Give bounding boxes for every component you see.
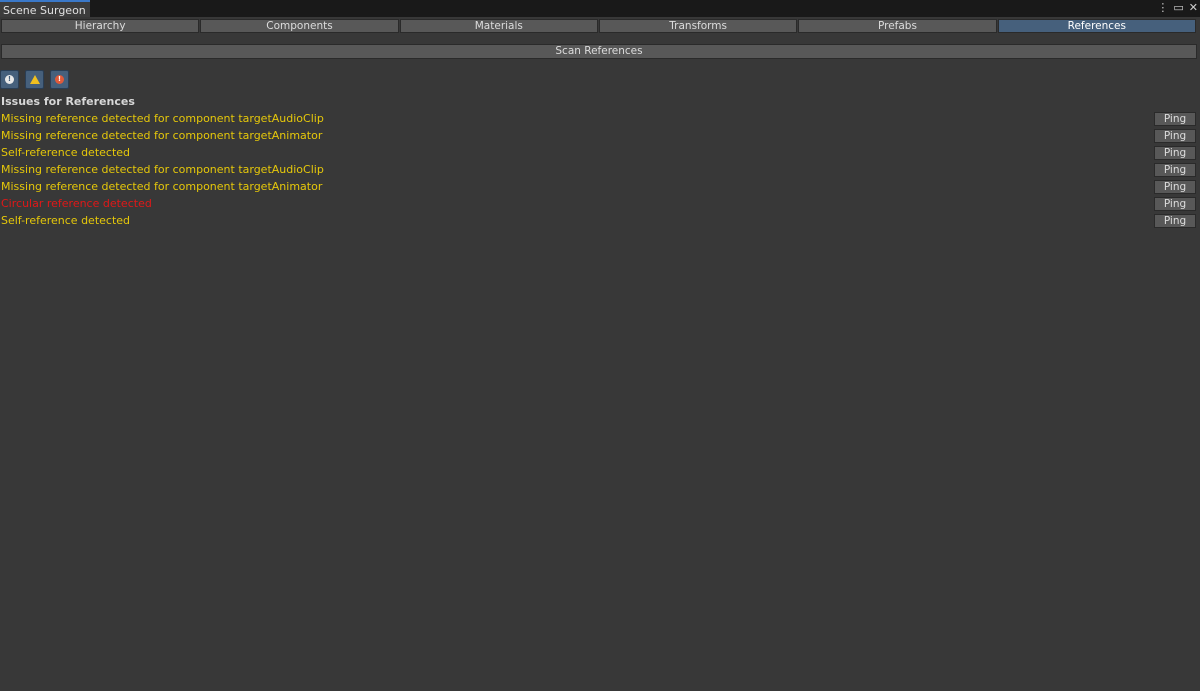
issue-message: Self-reference detected <box>1 214 131 227</box>
tab-materials[interactable]: Materials <box>399 19 598 33</box>
warning-icon <box>29 75 40 84</box>
ping-button[interactable]: Ping <box>1154 163 1196 177</box>
issue-row: Circular reference detected Ping <box>0 196 1200 213</box>
scan-references-button[interactable]: Scan References <box>1 44 1197 59</box>
ping-button[interactable]: Ping <box>1154 214 1196 228</box>
issue-message: Missing reference detected for component… <box>1 163 324 176</box>
tab-hierarchy[interactable]: Hierarchy <box>1 19 200 33</box>
issue-message: Missing reference detected for component… <box>1 112 324 125</box>
tab-prefabs[interactable]: Prefabs <box>798 19 997 33</box>
issue-message: Self-reference detected <box>1 146 131 159</box>
ping-button[interactable]: Ping <box>1154 112 1196 126</box>
issue-row: Self-reference detected Ping <box>0 213 1200 230</box>
issue-row: Missing reference detected for component… <box>0 162 1200 179</box>
section-title: Issues for References <box>1 95 135 108</box>
info-filter-button[interactable]: ! <box>0 70 19 89</box>
ping-button[interactable]: Ping <box>1154 180 1196 194</box>
window-controls: ⋮ ▭ ✕ <box>1157 1 1198 15</box>
tab-components[interactable]: Components <box>200 19 399 33</box>
error-icon: ! <box>55 75 64 84</box>
close-icon[interactable]: ✕ <box>1189 2 1198 14</box>
window-titlebar: Scene Surgeon ⋮ ▭ ✕ <box>0 0 1200 17</box>
warning-filter-button[interactable] <box>25 70 44 89</box>
tab-transforms[interactable]: Transforms <box>598 19 798 33</box>
ping-button[interactable]: Ping <box>1154 197 1196 211</box>
maximize-icon[interactable]: ▭ <box>1173 2 1183 14</box>
severity-filters: ! ! <box>0 70 69 89</box>
ping-button[interactable]: Ping <box>1154 129 1196 143</box>
tab-references[interactable]: References <box>997 19 1196 33</box>
kebab-menu-icon[interactable]: ⋮ <box>1157 2 1168 14</box>
window-tab[interactable]: Scene Surgeon <box>0 0 90 17</box>
issue-row: Missing reference detected for component… <box>0 179 1200 196</box>
window-title: Scene Surgeon <box>3 4 86 17</box>
issue-message: Missing reference detected for component… <box>1 180 323 193</box>
tab-bar: Hierarchy Components Materials Transform… <box>1 19 1197 33</box>
issues-list: Missing reference detected for component… <box>0 111 1200 230</box>
ping-button[interactable]: Ping <box>1154 146 1196 160</box>
issue-row: Self-reference detected Ping <box>0 145 1200 162</box>
issue-message: Circular reference detected <box>1 197 152 210</box>
issue-row: Missing reference detected for component… <box>0 111 1200 128</box>
error-filter-button[interactable]: ! <box>50 70 69 89</box>
issue-message: Missing reference detected for component… <box>1 129 323 142</box>
issue-row: Missing reference detected for component… <box>0 128 1200 145</box>
info-icon: ! <box>5 75 14 84</box>
